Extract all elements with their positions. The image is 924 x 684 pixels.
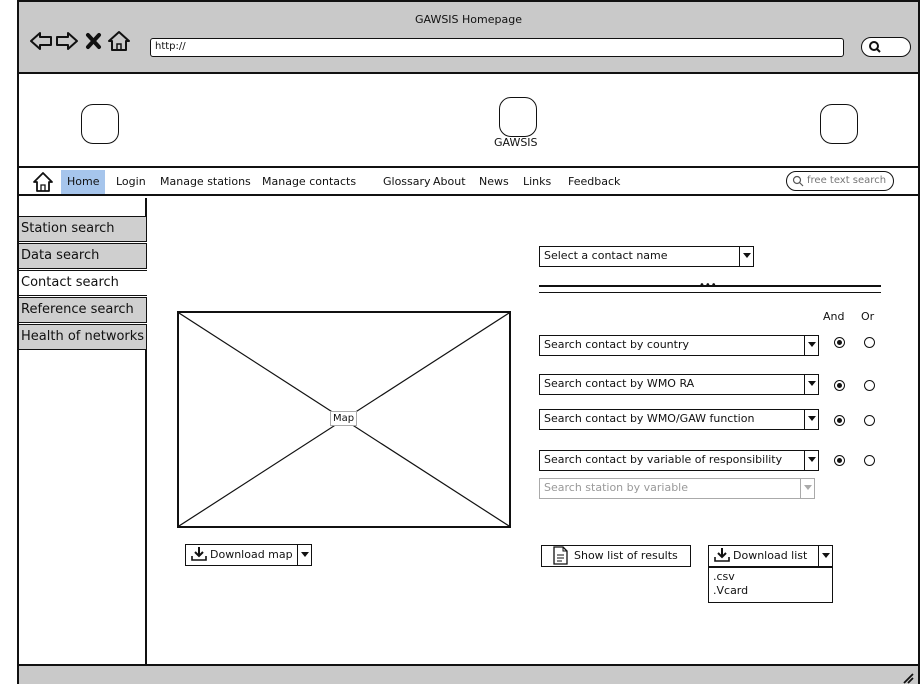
chevron-down-icon[interactable] bbox=[804, 451, 818, 470]
download-icon bbox=[714, 548, 730, 562]
sidebar-divider-bottom bbox=[145, 350, 147, 664]
ellipsis-icon: ••• bbox=[699, 280, 717, 291]
download-option-vcard[interactable]: .Vcard bbox=[713, 584, 828, 598]
wmo-ra-filter-value: Search contact by WMO RA bbox=[544, 377, 695, 390]
logo-placeholder-center bbox=[499, 97, 537, 137]
logo-placeholder-left bbox=[81, 104, 119, 144]
chevron-down-icon[interactable] bbox=[297, 545, 311, 565]
contact-name-select[interactable]: Select a contact name bbox=[539, 246, 754, 267]
url-input[interactable]: http:// bbox=[150, 38, 844, 57]
or-column-label: Or bbox=[861, 310, 875, 323]
download-list-button[interactable]: Download list bbox=[708, 545, 833, 567]
stop-x-icon[interactable] bbox=[82, 30, 106, 52]
download-list-label: Download list bbox=[733, 549, 808, 562]
search-placeholder: free text search bbox=[807, 175, 887, 186]
wmo-gaw-function-filter-select[interactable]: Search contact by WMO/GAW function bbox=[539, 409, 819, 430]
and-column-label: And bbox=[823, 310, 845, 323]
wmo-ra-or-radio[interactable] bbox=[864, 380, 875, 391]
contact-name-select-value: Select a contact name bbox=[544, 249, 668, 262]
country-or-radio[interactable] bbox=[864, 337, 875, 348]
browser-search-field[interactable] bbox=[861, 37, 911, 57]
map-placeholder[interactable]: Map bbox=[177, 311, 511, 528]
nav-item-links[interactable]: Links bbox=[523, 170, 551, 194]
site-logo-label: GAWSIS bbox=[494, 136, 538, 149]
sidebar-divider-top bbox=[145, 198, 147, 216]
sidebar-item-station-search[interactable]: Station search bbox=[19, 216, 147, 242]
logo-placeholder-right bbox=[820, 104, 858, 144]
search-icon bbox=[869, 41, 881, 53]
variable-responsibility-filter-value: Search contact by variable of responsibi… bbox=[544, 453, 783, 466]
download-map-button[interactable]: Download map bbox=[185, 544, 312, 566]
forward-arrow-icon[interactable] bbox=[55, 30, 79, 52]
nav-item-manage-contacts[interactable]: Manage contacts bbox=[262, 170, 356, 194]
download-format-list: .csv .Vcard bbox=[708, 567, 833, 603]
show-list-of-results-button[interactable]: Show list of results bbox=[541, 545, 691, 567]
nav-item-news[interactable]: News bbox=[479, 170, 509, 194]
download-icon bbox=[191, 547, 207, 561]
sidebar-item-data-search[interactable]: Data search bbox=[19, 243, 147, 269]
home-icon[interactable] bbox=[31, 170, 55, 194]
resize-grip-icon[interactable] bbox=[900, 670, 914, 684]
search-icon bbox=[792, 175, 804, 187]
chevron-down-icon[interactable] bbox=[804, 410, 818, 429]
station-by-variable-select[interactable]: Search station by variable bbox=[539, 478, 815, 499]
home-icon[interactable] bbox=[107, 30, 131, 52]
station-by-variable-value: Search station by variable bbox=[544, 481, 689, 494]
country-filter-value: Search contact by country bbox=[544, 338, 690, 351]
wmo-gaw-function-or-radio[interactable] bbox=[864, 415, 875, 426]
sidebar-item-reference-search[interactable]: Reference search bbox=[19, 297, 147, 323]
sidebar-item-health-of-networks[interactable]: Health of networks bbox=[19, 324, 147, 350]
document-icon bbox=[553, 546, 568, 565]
download-option-csv[interactable]: .csv bbox=[713, 570, 828, 584]
download-map-label: Download map bbox=[210, 548, 293, 561]
country-filter-select[interactable]: Search contact by country bbox=[539, 335, 819, 356]
main-nav: Home Login Manage stations Manage contac… bbox=[19, 166, 918, 196]
browser-toolbar: GAWSIS Homepage http:// bbox=[19, 2, 918, 74]
status-bar bbox=[19, 664, 918, 684]
nav-item-feedback[interactable]: Feedback bbox=[568, 170, 620, 194]
nav-item-manage-stations[interactable]: Manage stations bbox=[160, 170, 251, 194]
chevron-down-icon[interactable] bbox=[739, 247, 753, 266]
variable-responsibility-or-radio[interactable] bbox=[864, 455, 875, 466]
browser-window: GAWSIS Homepage http:// GAWSIS Home Logi… bbox=[17, 0, 920, 684]
map-label: Map bbox=[330, 411, 358, 426]
nav-item-home[interactable]: Home bbox=[61, 170, 106, 194]
sidebar-item-contact-search[interactable]: Contact search bbox=[19, 270, 147, 296]
back-arrow-icon[interactable] bbox=[29, 30, 53, 52]
chevron-down-icon[interactable] bbox=[804, 375, 818, 394]
chevron-down-icon[interactable] bbox=[804, 336, 818, 355]
chevron-down-icon[interactable] bbox=[818, 546, 832, 566]
chevron-down-icon[interactable] bbox=[800, 479, 814, 498]
show-list-label: Show list of results bbox=[574, 549, 678, 562]
free-text-search-input[interactable]: free text search bbox=[786, 171, 894, 191]
wmo-gaw-function-filter-value: Search contact by WMO/GAW function bbox=[544, 412, 755, 425]
section-divider: ••• bbox=[539, 280, 881, 293]
variable-responsibility-filter-select[interactable]: Search contact by variable of responsibi… bbox=[539, 450, 819, 471]
wmo-gaw-function-and-radio[interactable] bbox=[834, 415, 845, 426]
nav-item-glossary[interactable]: Glossary bbox=[383, 170, 431, 194]
country-and-radio[interactable] bbox=[834, 337, 845, 348]
wmo-ra-filter-select[interactable]: Search contact by WMO RA bbox=[539, 374, 819, 395]
nav-item-login[interactable]: Login bbox=[116, 170, 146, 194]
nav-item-about[interactable]: About bbox=[433, 170, 466, 194]
window-title: GAWSIS Homepage bbox=[415, 13, 522, 26]
wmo-ra-and-radio[interactable] bbox=[834, 380, 845, 391]
variable-responsibility-and-radio[interactable] bbox=[834, 455, 845, 466]
